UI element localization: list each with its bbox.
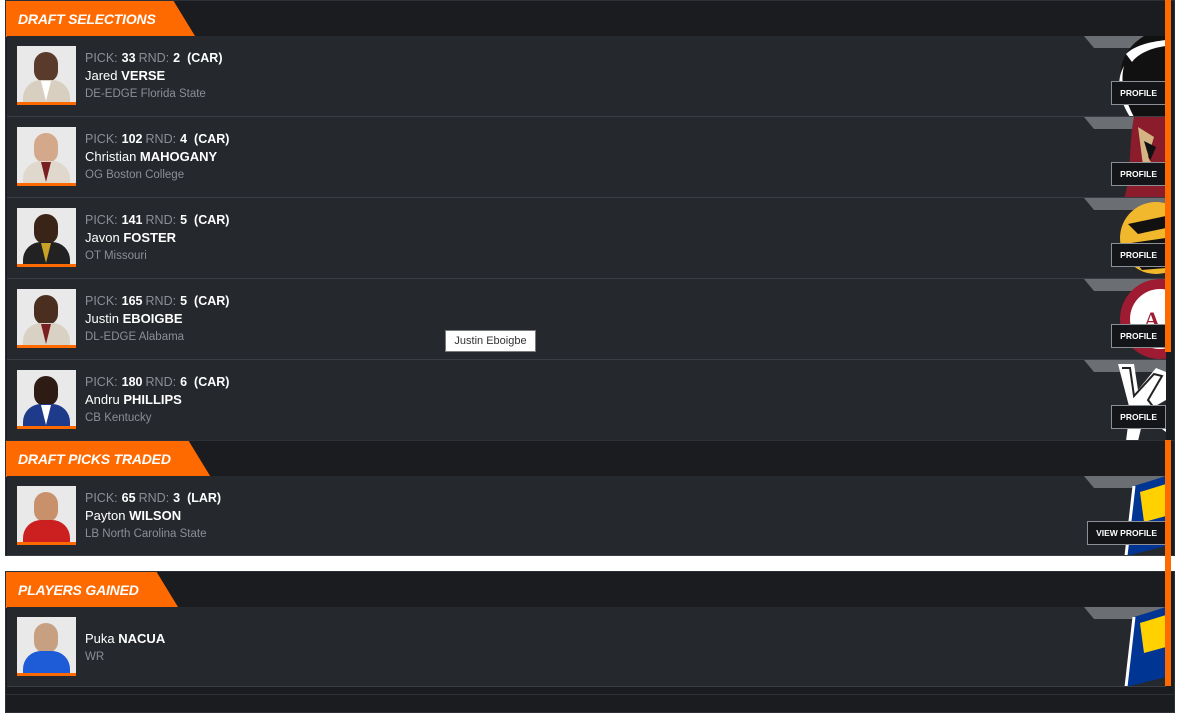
player-photo[interactable] [17,486,76,545]
player-position-school: OG Boston College [85,169,185,181]
team-logo-icon [1124,607,1166,686]
player-photo[interactable] [17,617,76,676]
player-name[interactable]: Christian MAHOGANY [85,149,232,168]
player-row: PICK: 102 RND: 4 (CAR) Christian MAHOGANY OG… [7,117,1166,198]
player-position-school: OT Missouri [85,250,147,262]
player-photo[interactable] [17,127,76,186]
player-row: PICK: 180 RND: 6 (CAR) Andru PHILLIPS CB Ken… [7,360,1166,441]
profile-button[interactable]: PROFILE [1111,405,1166,429]
player-row: PICK: 165 RND: 5 (CAR) Justin EBOIGBE DL-EDG… [7,279,1166,360]
player-position-school: DL-EDGE Alabama [85,331,185,343]
players-gained-section: PLAYERS GAINED Puka NACUA WR [5,571,1175,695]
pick-info: PICK: 65 RND: 3 (LAR) [85,491,222,505]
player-name[interactable]: Justin EBOIGBE [85,311,232,330]
draft-selections-section: DRAFT SELECTIONS PICK: 33 RND: 2 (CAR) Jared… [5,0,1175,442]
player-name[interactable]: Jared VERSE [85,68,226,87]
section-title: DRAFT PICKS TRADED [6,441,211,477]
page: DRAFT SELECTIONS PICK: 33 RND: 2 (CAR) Jared… [0,0,1196,724]
profile-button[interactable]: PROFILE [1111,243,1166,267]
profile-button[interactable]: PROFILE [1111,162,1166,186]
player-photo[interactable] [17,46,76,105]
player-name[interactable]: Puka NACUA [85,631,165,650]
panel-footer [5,695,1175,713]
pick-info: PICK: 141 RND: 5 (CAR) [85,213,230,227]
tooltip: Justin Eboigbe [445,330,536,352]
player-position-school: LB North Carolina State [85,528,207,540]
player-row: PICK: 141 RND: 5 (CAR) Javon FOSTER OT Misso… [7,198,1166,279]
player-photo[interactable] [17,370,76,429]
profile-button[interactable]: PROFILE [1111,324,1166,348]
player-photo[interactable] [17,289,76,348]
player-position: WR [85,651,105,663]
player-position-school: CB Kentucky [85,412,152,424]
player-row: PICK: 65 RND: 3 (LAR) Payton WILSON LB North… [7,476,1166,556]
player-name[interactable]: Javon FOSTER [85,230,232,249]
player-name[interactable]: Andru PHILLIPS [85,392,232,411]
scroll-accent [1165,440,1171,686]
scroll-accent [1165,0,1171,352]
player-row: Puka NACUA WR [7,607,1166,687]
player-name[interactable]: Payton WILSON [85,508,224,527]
section-title: DRAFT SELECTIONS [6,1,196,37]
player-photo[interactable] [17,208,76,267]
player-row: PICK: 33 RND: 2 (CAR) Jared VERSE DE-EDGE Fl… [7,36,1166,117]
pick-info: PICK: 180 RND: 6 (CAR) [85,375,230,389]
section-title: PLAYERS GAINED [6,572,179,608]
draft-picks-traded-section: DRAFT PICKS TRADED PICK: 65 RND: 3 (LAR) Pay… [5,440,1175,556]
pick-info: PICK: 165 RND: 5 (CAR) [85,294,230,308]
player-position-school: DE-EDGE Florida State [85,88,206,100]
pick-info: PICK: 102 RND: 4 (CAR) [85,132,230,146]
pick-info: PICK: 33 RND: 2 (CAR) [85,51,223,65]
view-profile-button[interactable]: VIEW PROFILE [1087,521,1166,545]
profile-button[interactable]: PROFILE [1111,81,1166,105]
